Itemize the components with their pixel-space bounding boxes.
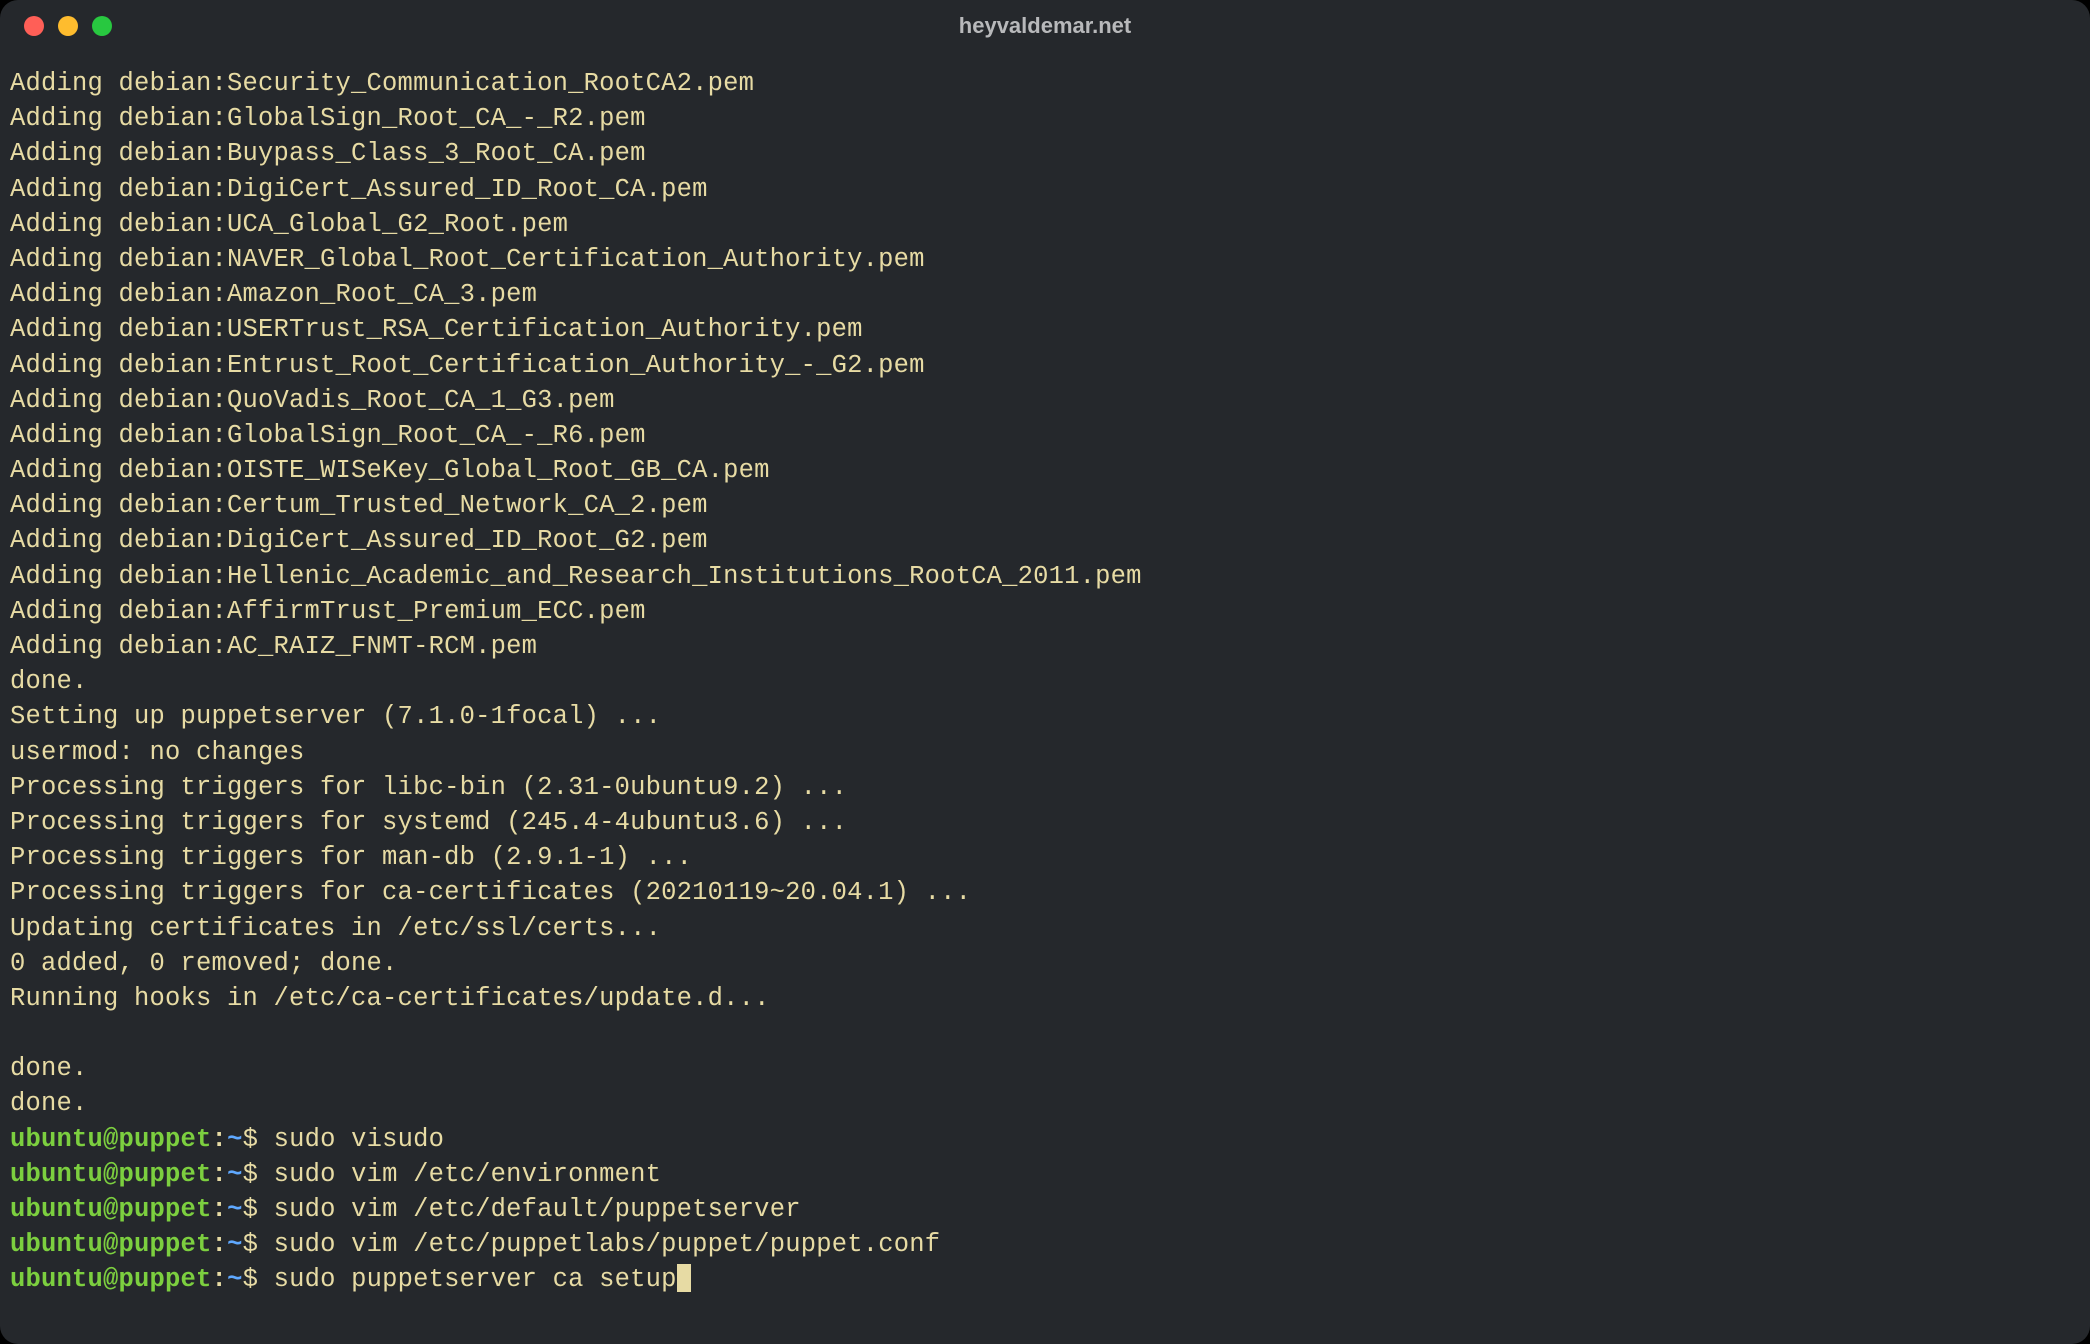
- prompt-line: ubuntu@puppet:~$ sudo vim /etc/default/p…: [10, 1192, 2080, 1227]
- command-text: sudo vim /etc/puppetlabs/puppet/puppet.c…: [274, 1230, 941, 1259]
- terminal-line: Adding debian:Security_Communication_Roo…: [10, 66, 2080, 101]
- terminal-line: Setting up puppetserver (7.1.0-1focal) .…: [10, 699, 2080, 734]
- command-text: sudo vim /etc/default/puppetserver: [274, 1195, 801, 1224]
- terminal-line: Adding debian:AC_RAIZ_FNMT-RCM.pem: [10, 629, 2080, 664]
- terminal-line: Adding debian:OISTE_WISeKey_Global_Root_…: [10, 453, 2080, 488]
- prompt-separator: :: [212, 1195, 228, 1224]
- terminal-line: Adding debian:GlobalSign_Root_CA_-_R6.pe…: [10, 418, 2080, 453]
- terminal-line: Adding debian:UCA_Global_G2_Root.pem: [10, 207, 2080, 242]
- terminal-line: Processing triggers for libc-bin (2.31-0…: [10, 770, 2080, 805]
- prompt-line: ubuntu@puppet:~$ sudo vim /etc/environme…: [10, 1157, 2080, 1192]
- window-title: heyvaldemar.net: [0, 13, 2090, 39]
- cursor-icon: [677, 1264, 691, 1292]
- prompt-separator: :: [212, 1265, 228, 1294]
- terminal-line: done.: [10, 664, 2080, 699]
- close-icon[interactable]: [24, 16, 44, 36]
- terminal-line: usermod: no changes: [10, 735, 2080, 770]
- terminal-line: Adding debian:AffirmTrust_Premium_ECC.pe…: [10, 594, 2080, 629]
- prompt-separator: :: [212, 1160, 228, 1189]
- prompt-symbol: $: [243, 1265, 259, 1294]
- prompt-user: ubuntu@puppet: [10, 1160, 212, 1189]
- prompt-separator: :: [212, 1230, 228, 1259]
- prompt-user: ubuntu@puppet: [10, 1195, 212, 1224]
- terminal-line: Adding debian:GlobalSign_Root_CA_-_R2.pe…: [10, 101, 2080, 136]
- terminal-line: done.: [10, 1051, 2080, 1086]
- prompt-path: ~: [227, 1160, 243, 1189]
- zoom-icon[interactable]: [92, 16, 112, 36]
- terminal-line: Adding debian:NAVER_Global_Root_Certific…: [10, 242, 2080, 277]
- prompt-line: ubuntu@puppet:~$ sudo puppetserver ca se…: [10, 1262, 2080, 1297]
- prompt-path: ~: [227, 1195, 243, 1224]
- traffic-lights: [0, 16, 112, 36]
- terminal-body[interactable]: Adding debian:Security_Communication_Roo…: [0, 52, 2090, 1344]
- prompt-symbol: $: [243, 1195, 259, 1224]
- titlebar: heyvaldemar.net: [0, 0, 2090, 52]
- prompt-user: ubuntu@puppet: [10, 1265, 212, 1294]
- terminal-window: heyvaldemar.net Adding debian:Security_C…: [0, 0, 2090, 1344]
- prompt-line: ubuntu@puppet:~$ sudo visudo: [10, 1122, 2080, 1157]
- prompt-separator: :: [212, 1125, 228, 1154]
- prompt-line: ubuntu@puppet:~$ sudo vim /etc/puppetlab…: [10, 1227, 2080, 1262]
- terminal-line: Adding debian:DigiCert_Assured_ID_Root_G…: [10, 523, 2080, 558]
- terminal-line: Adding debian:Hellenic_Academic_and_Rese…: [10, 559, 2080, 594]
- prompt-path: ~: [227, 1230, 243, 1259]
- terminal-line: [10, 1016, 2080, 1051]
- terminal-line: Processing triggers for man-db (2.9.1-1)…: [10, 840, 2080, 875]
- terminal-line: 0 added, 0 removed; done.: [10, 946, 2080, 981]
- terminal-line: Adding debian:Buypass_Class_3_Root_CA.pe…: [10, 136, 2080, 171]
- command-text: sudo visudo: [274, 1125, 445, 1154]
- terminal-line: Processing triggers for ca-certificates …: [10, 875, 2080, 910]
- terminal-line: Adding debian:Amazon_Root_CA_3.pem: [10, 277, 2080, 312]
- terminal-line: Processing triggers for systemd (245.4-4…: [10, 805, 2080, 840]
- prompt-symbol: $: [243, 1160, 259, 1189]
- prompt-symbol: $: [243, 1230, 259, 1259]
- prompt-symbol: $: [243, 1125, 259, 1154]
- terminal-line: Adding debian:DigiCert_Assured_ID_Root_C…: [10, 172, 2080, 207]
- prompt-user: ubuntu@puppet: [10, 1125, 212, 1154]
- prompt-user: ubuntu@puppet: [10, 1230, 212, 1259]
- prompt-path: ~: [227, 1265, 243, 1294]
- terminal-line: done.: [10, 1086, 2080, 1121]
- command-text: sudo puppetserver ca setup: [274, 1265, 677, 1294]
- minimize-icon[interactable]: [58, 16, 78, 36]
- prompt-path: ~: [227, 1125, 243, 1154]
- terminal-line: Adding debian:QuoVadis_Root_CA_1_G3.pem: [10, 383, 2080, 418]
- terminal-line: Adding debian:USERTrust_RSA_Certificatio…: [10, 312, 2080, 347]
- terminal-line: Running hooks in /etc/ca-certificates/up…: [10, 981, 2080, 1016]
- command-text: sudo vim /etc/environment: [274, 1160, 662, 1189]
- terminal-line: Adding debian:Entrust_Root_Certification…: [10, 348, 2080, 383]
- terminal-line: Adding debian:Certum_Trusted_Network_CA_…: [10, 488, 2080, 523]
- terminal-line: Updating certificates in /etc/ssl/certs.…: [10, 911, 2080, 946]
